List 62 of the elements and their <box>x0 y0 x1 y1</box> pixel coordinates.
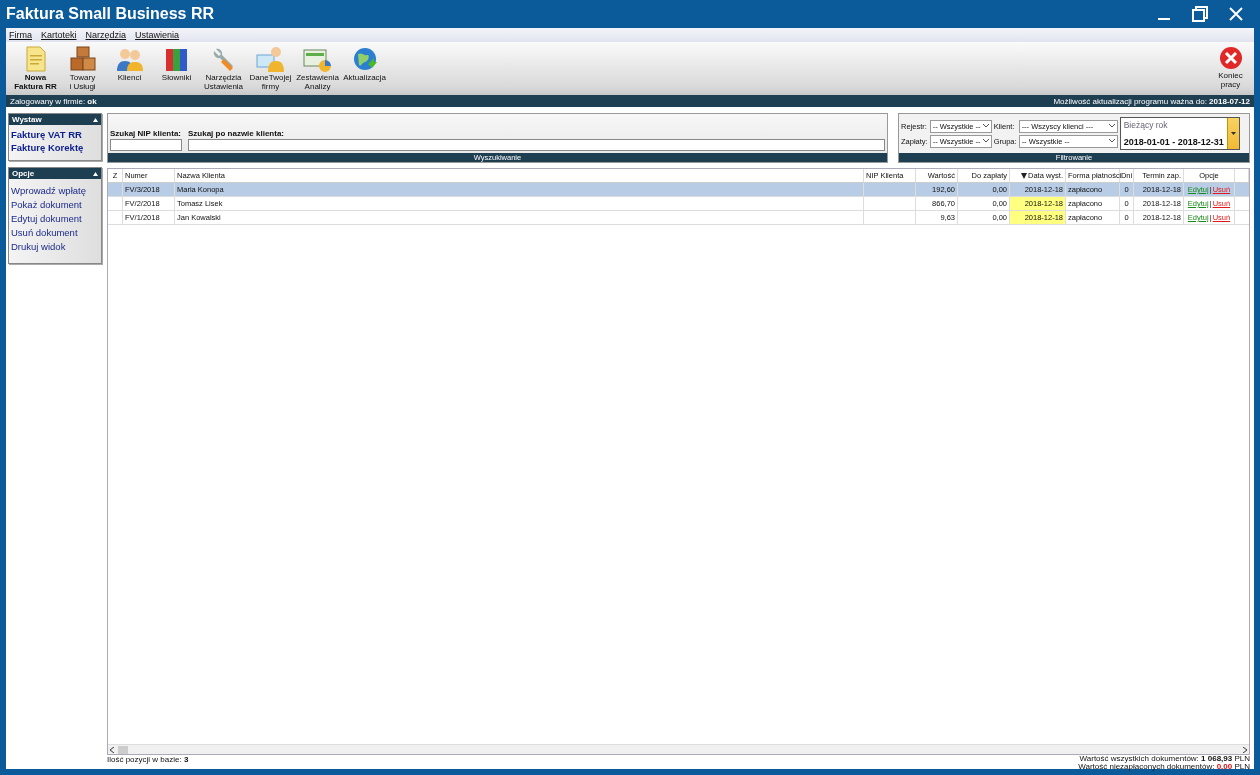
minimize-icon <box>1158 18 1170 20</box>
update-validity: Możliwość aktualizacji programu ważna do: 2018-07-12 <box>1053 96 1250 106</box>
total-summary: Wartość wszystkich dokumentów: 1 068,93 PLN <box>1079 755 1250 763</box>
nip-search-field[interactable] <box>110 139 182 151</box>
scroll-right-icon[interactable] <box>1243 746 1247 753</box>
caret-icon <box>1108 139 1115 143</box>
toolbar-button[interactable]: Klienci <box>106 46 153 82</box>
toolbar-button[interactable]: Słowniki <box>153 46 200 82</box>
panel-title: Wystaw <box>12 115 42 124</box>
period-field[interactable]: Bieżący rok 2018-01-01 - 2018-12-31 <box>1119 117 1240 150</box>
panel-title: Opcje <box>12 169 35 178</box>
menu-item[interactable]: Firma <box>9 30 32 40</box>
menu-item[interactable]: Narzędzia <box>85 30 127 40</box>
caret-icon <box>1108 124 1115 128</box>
sidebar-link[interactable]: Fakturę Korektę <box>11 142 99 154</box>
panel-header[interactable]: Wystaw <box>9 114 101 125</box>
exit-button[interactable]: Koniec pracy <box>1207 46 1254 89</box>
caret-icon <box>982 139 989 143</box>
login-status: Zalogowany w firmie: ok <box>10 96 97 106</box>
period-dropdown-button[interactable] <box>1226 118 1239 149</box>
sidebar-link[interactable]: Drukuj widok <box>11 241 99 253</box>
maximize-icon <box>1192 6 1208 22</box>
sidebar-link[interactable]: Edytuj dokument <box>11 213 99 225</box>
field-label: Szukaj po nazwie klienta: <box>188 129 286 138</box>
report-chart-icon <box>302 46 333 72</box>
people-icon <box>115 46 144 72</box>
period-value: 2018-01-01 - 2018-12-31 <box>1123 137 1224 147</box>
menu-item[interactable]: Kartoteki <box>41 30 77 40</box>
toolbar-button[interactable]: Nowa Faktura RR <box>12 46 59 91</box>
boxes-icon <box>69 46 96 72</box>
scroll-left-icon[interactable] <box>110 746 114 753</box>
panel-header[interactable]: Opcje <box>9 168 101 179</box>
sidebar-link[interactable]: Usuń dokument <box>11 227 99 239</box>
window-title: Faktura Small Business RR <box>6 5 216 23</box>
period-label: Bieżący rok <box>1123 120 1169 130</box>
toolbar-button[interactable]: Narzędzia Ustawienia <box>200 46 247 91</box>
sidebar-link[interactable]: Wprowadź wpłatę <box>11 185 99 197</box>
menu-item[interactable]: Ustawienia <box>135 30 180 40</box>
toolbar-button[interactable]: Aktualizacja <box>341 46 388 82</box>
record-count: Ilość pozycji w bazie: 3 <box>107 755 189 764</box>
globe-icon <box>351 46 378 72</box>
name-search-field[interactable] <box>188 139 885 151</box>
toolbar-button[interactable]: Towary i Usługi <box>59 46 106 91</box>
toolbar-button[interactable]: DaneTwojej firmy <box>247 46 294 91</box>
toolbar-button[interactable]: Zestawienia Analizy <box>294 46 341 91</box>
document-icon <box>24 46 47 72</box>
close-icon <box>1218 46 1243 70</box>
total-summary: Wartość niezapłaconych dokumentów: 0,00 PLN <box>1078 763 1250 771</box>
sidebar-link[interactable]: Pokaż dokument <box>11 199 99 211</box>
scrollbar-thumb[interactable] <box>118 745 128 754</box>
close-icon <box>1229 7 1243 21</box>
field-label: Szukaj NIP klienta: <box>110 129 182 138</box>
collapse-arrow-icon <box>93 171 98 176</box>
sidebar-link[interactable]: Fakturę VAT RR <box>11 129 99 141</box>
caret-icon <box>982 124 989 128</box>
wrench-icon <box>211 46 236 72</box>
binders-icon <box>164 46 189 72</box>
horizontal-scrollbar[interactable] <box>108 744 1249 754</box>
collapse-arrow-icon <box>93 117 98 122</box>
sort-icon <box>1021 172 1027 179</box>
caret-icon <box>1230 132 1236 135</box>
person-card-icon <box>255 46 286 72</box>
